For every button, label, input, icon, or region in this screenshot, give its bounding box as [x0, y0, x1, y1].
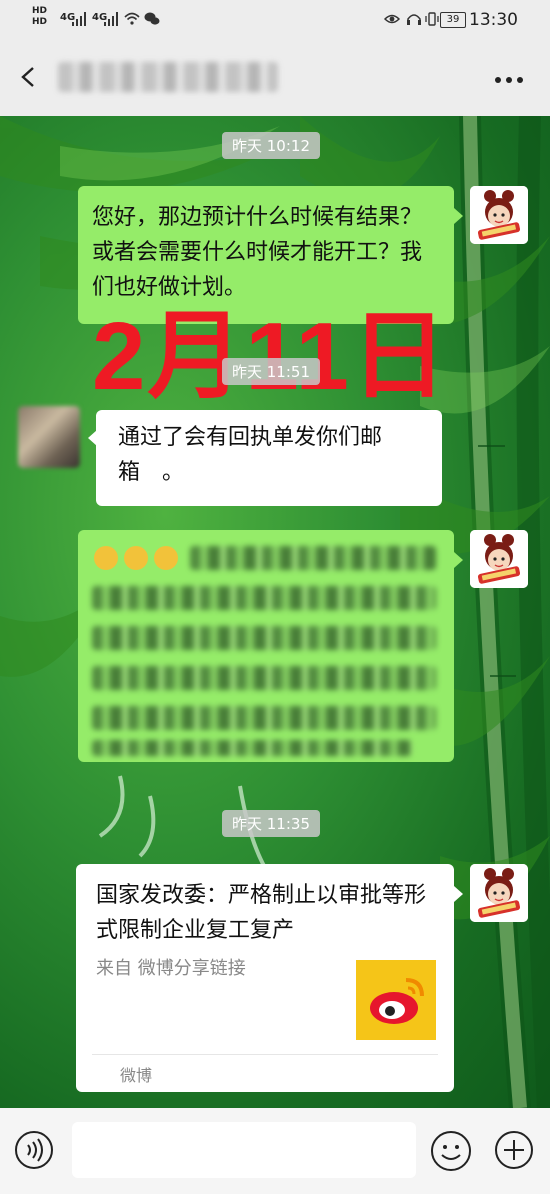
- status-bar: HD HD 4G 4G 39 13:30: [0, 0, 550, 40]
- timestamp: 昨天 11:35: [222, 810, 320, 837]
- timestamp: 昨天 11:51: [222, 358, 320, 385]
- my-avatar[interactable]: [470, 864, 528, 922]
- redacted-text: [92, 706, 436, 730]
- vibrate-icon: [425, 12, 439, 26]
- clock: 13:30: [469, 10, 518, 30]
- redacted-text: [92, 666, 436, 690]
- weibo-logo-icon: [356, 960, 436, 1040]
- divider: [92, 1054, 438, 1055]
- message-text: 您好，那边预计什么时候有结果？或者会需要什么时候才能开工？我们也好做计划。: [92, 205, 423, 300]
- headset-icon: [407, 14, 421, 25]
- link-card-title: 国家发改委：严格制止以审批等形式限制企业复工复产: [96, 883, 427, 943]
- redacted-text: [92, 626, 436, 650]
- bubble-tail: [454, 886, 463, 902]
- my-avatar[interactable]: [470, 530, 528, 588]
- date-stamp-overlay: 2月11日: [92, 303, 449, 410]
- signal-icon: [72, 12, 86, 26]
- emoji-icon[interactable]: [430, 1130, 472, 1172]
- wifi-icon: [124, 12, 140, 25]
- signal-icon-2: [104, 12, 118, 26]
- eye-icon: [384, 14, 400, 24]
- hd-indicator: HD HD: [32, 6, 48, 27]
- my-avatar[interactable]: [470, 186, 528, 244]
- timestamp: 昨天 10:12: [222, 132, 320, 159]
- chat-area[interactable]: 昨天 10:12 您好，那边预计什么时候有结果？或者会需要什么时候才能开工？我们…: [0, 116, 550, 1108]
- link-card-app-name: 微博: [120, 1066, 153, 1085]
- link-card[interactable]: 国家发改委：严格制止以审批等形式限制企业复工复产 来自 微博分享链接 微博: [76, 864, 454, 1092]
- chat-header: ██ · ███: [0, 40, 550, 116]
- back-arrow-icon[interactable]: [18, 66, 40, 88]
- battery-indicator: 39: [440, 12, 466, 28]
- emoji-row-icon: [94, 546, 178, 570]
- add-attachment-icon[interactable]: [494, 1130, 534, 1170]
- input-bar: [0, 1108, 550, 1194]
- redacted-text: [92, 586, 436, 610]
- message-bubble-sent-blurred[interactable]: [78, 530, 454, 762]
- chat-title: ██ · ███: [58, 62, 278, 92]
- redacted-text: [190, 546, 436, 570]
- bubble-tail: [454, 208, 463, 224]
- message-input[interactable]: [72, 1122, 416, 1178]
- wechat-icon: [144, 12, 160, 25]
- redacted-text: [92, 740, 412, 756]
- voice-input-icon[interactable]: [14, 1130, 54, 1170]
- link-card-source: 来自 微博分享链接: [96, 958, 246, 979]
- message-bubble-received[interactable]: 通过了会有回执单发你们邮箱 。: [96, 410, 442, 506]
- more-options-icon[interactable]: [494, 76, 524, 84]
- contact-avatar[interactable]: [18, 406, 80, 468]
- bubble-tail: [454, 552, 463, 568]
- message-text: 通过了会有回执单发你们邮箱 。: [118, 425, 383, 485]
